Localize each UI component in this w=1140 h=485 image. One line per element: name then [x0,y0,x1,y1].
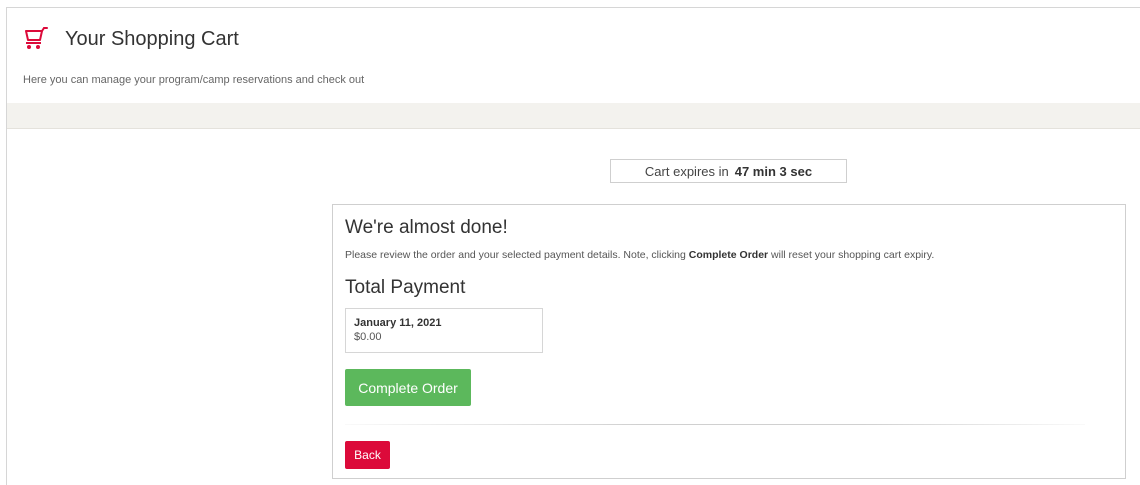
page-header: Your Shopping Cart [23,26,239,52]
complete-order-button[interactable]: Complete Order [345,369,471,406]
checkout-heading: We're almost done! [345,217,508,238]
cart-expiry-label: Cart expires in [644,163,729,179]
checkout-panel: We're almost done! Please review the ord… [332,204,1126,479]
cart-expiry-box: Cart expires in 47 min 3 sec [610,159,847,183]
page-frame: Your Shopping Cart Here you can manage y… [6,7,1140,485]
page-title: Your Shopping Cart [65,27,239,50]
total-payment-heading: Total Payment [345,277,466,298]
divider [345,424,1085,425]
page-subtitle: Here you can manage your program/camp re… [23,74,365,86]
back-button[interactable]: Back [345,441,390,469]
checkout-note: Please review the order and your selecte… [345,249,934,261]
note-text-bold: Complete Order [688,249,769,261]
note-text-before: Please review the order and your selecte… [345,249,689,261]
payment-summary-box: January 11, 2021 $0.00 [345,308,543,353]
shopping-cart-icon [23,26,49,52]
section-band [7,103,1140,129]
payment-date: January 11, 2021 [354,317,442,329]
cart-expiry-time: 47 min 3 sec [734,163,813,179]
payment-amount: $0.00 [354,331,382,343]
note-text-after: will reset your shopping cart expiry. [768,249,935,261]
